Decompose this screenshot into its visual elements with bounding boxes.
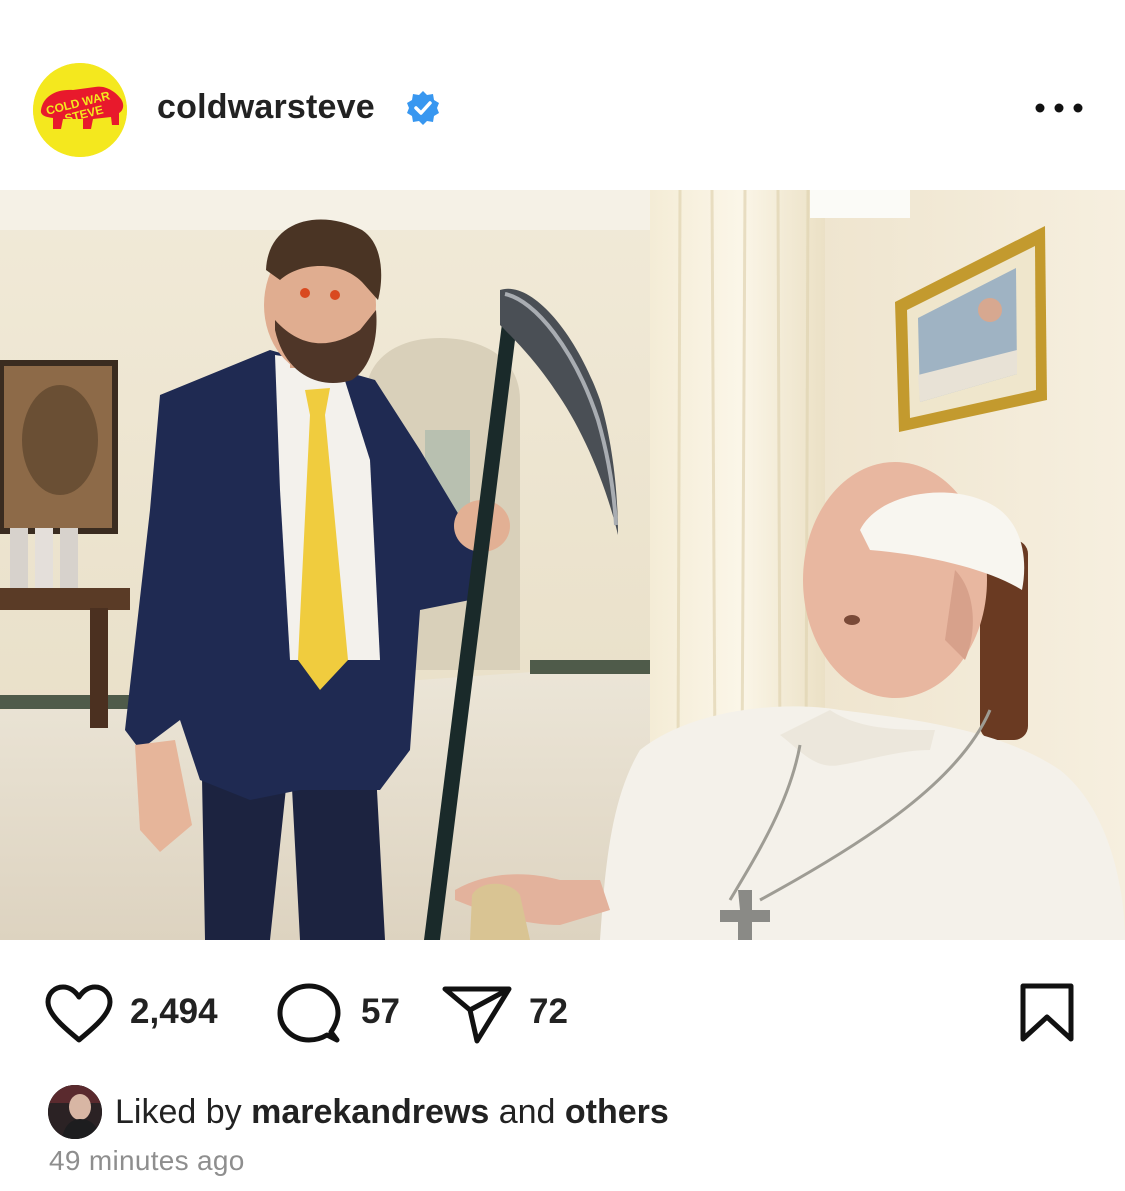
more-horizontal-icon[interactable] [1033, 96, 1085, 120]
profile-avatar[interactable]: COLD WAR STEVE [33, 63, 127, 157]
comments-count[interactable]: 57 [361, 992, 400, 1032]
comment-bubble-icon[interactable] [276, 982, 342, 1048]
post-timestamp: 49 minutes ago [49, 1145, 245, 1176]
liked-by-user-link[interactable]: marekandrews [251, 1093, 489, 1131]
liked-by-middle: and [498, 1093, 556, 1131]
liked-by-others-link[interactable]: others [565, 1093, 669, 1131]
liked-by-prefix: Liked by [115, 1093, 242, 1131]
liked-by-text: Liked by marekandrews and others [115, 1093, 669, 1132]
post-header: COLD WAR STEVE coldwarsteve [0, 0, 1125, 190]
username-link[interactable]: coldwarsteve [157, 88, 375, 127]
verified-badge-icon [407, 91, 439, 125]
paper-plane-icon[interactable] [441, 983, 513, 1045]
cold-war-steve-logo: COLD WAR STEVE [33, 63, 127, 157]
post-photo-illustration [0, 190, 1125, 940]
shares-count[interactable]: 72 [529, 992, 568, 1032]
heart-icon[interactable] [44, 983, 114, 1045]
liker-avatar[interactable] [48, 1085, 102, 1139]
bookmark-icon[interactable] [1018, 982, 1076, 1044]
liker-avatar-photo [48, 1085, 102, 1139]
post-image[interactable] [0, 190, 1125, 940]
liked-by-row: Liked by marekandrews and others [48, 1085, 1048, 1141]
likes-count[interactable]: 2,494 [130, 992, 218, 1032]
